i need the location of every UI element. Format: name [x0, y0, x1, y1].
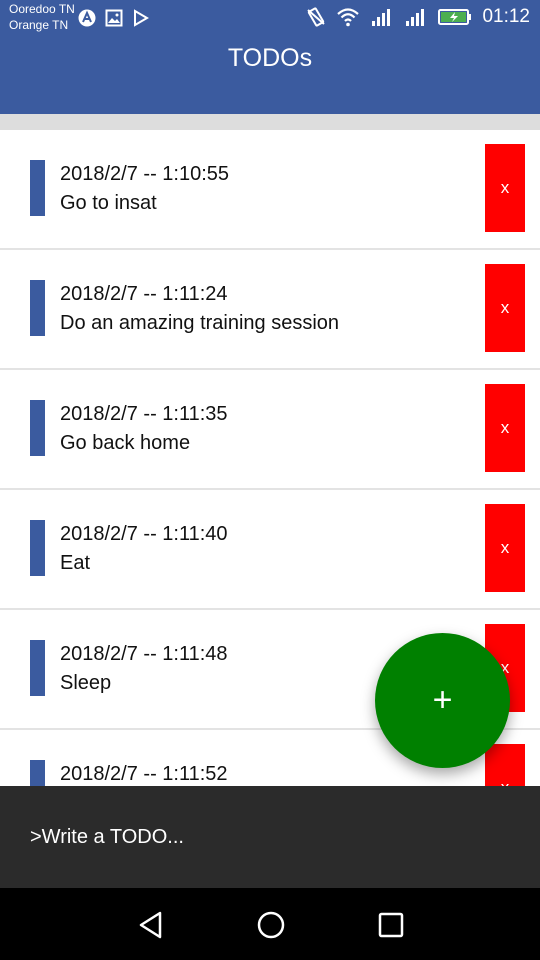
- status-bar: Ooredoo TN Orange TN 01:12: [0, 0, 540, 40]
- todo-date: 2018/2/7 -- 1:11:24: [60, 283, 228, 305]
- vibrate-icon: [306, 6, 326, 28]
- todo-input-bar[interactable]: >Write a TODO...: [0, 786, 540, 888]
- list-top-divider: [0, 114, 540, 130]
- system-status: 01:12: [306, 6, 530, 28]
- todo-marker: [30, 640, 45, 696]
- delete-button[interactable]: x: [485, 504, 525, 592]
- todo-date: 2018/2/7 -- 1:11:35: [60, 403, 228, 425]
- todo-date: 2018/2/7 -- 1:11:48: [60, 643, 228, 665]
- todo-marker: [30, 400, 45, 456]
- todo-date: 2018/2/7 -- 1:10:55: [60, 163, 230, 185]
- todo-marker: [30, 520, 45, 576]
- list-item[interactable]: 2018/2/7 -- 1:11:40 Eat x: [0, 490, 540, 610]
- add-todo-button[interactable]: +: [375, 633, 510, 768]
- wifi-icon: [336, 7, 360, 27]
- signal-icon: [404, 7, 428, 27]
- todo-marker: [30, 760, 45, 786]
- app-icon: [78, 9, 96, 27]
- page-title: TODOs: [227, 44, 313, 72]
- carrier-1: Ooredoo TN: [9, 2, 75, 16]
- todo-text: Eat: [60, 552, 91, 574]
- todo-text: Go back home: [60, 432, 191, 454]
- status-clock: 01:12: [482, 6, 530, 27]
- back-icon[interactable]: [136, 910, 166, 940]
- navigation-bar: [0, 888, 540, 960]
- delete-button[interactable]: x: [485, 744, 525, 786]
- todo-marker: [30, 280, 45, 336]
- todo-date: 2018/2/7 -- 1:11:40: [60, 523, 228, 545]
- todo-text: Do an amazing training session: [60, 312, 340, 334]
- todo-date: 2018/2/7 -- 1:11:52: [60, 763, 228, 785]
- list-item[interactable]: 2018/2/7 -- 1:10:55 Go to insat x: [0, 130, 540, 250]
- home-icon[interactable]: [256, 910, 286, 940]
- todo-marker: [30, 160, 45, 216]
- list-item[interactable]: 2018/2/7 -- 1:11:24 Do an amazing traini…: [0, 250, 540, 370]
- list-item[interactable]: 2018/2/7 -- 1:11:35 Go back home x: [0, 370, 540, 490]
- todo-input[interactable]: >Write a TODO...: [30, 826, 184, 849]
- todo-text: Sleep: [60, 672, 112, 694]
- image-icon: [105, 9, 123, 27]
- delete-button[interactable]: x: [485, 264, 525, 352]
- delete-button[interactable]: x: [485, 384, 525, 472]
- play-store-icon: [132, 9, 150, 27]
- carrier-2: Orange TN: [9, 18, 69, 32]
- delete-button[interactable]: x: [485, 144, 525, 232]
- todo-text: Go to insat: [60, 192, 157, 214]
- notification-icons: [78, 9, 150, 27]
- recents-icon[interactable]: [376, 910, 406, 940]
- carrier-info: Ooredoo TN Orange TN: [9, 1, 75, 33]
- header: Ooredoo TN Orange TN 01:12 TODOs: [0, 0, 540, 114]
- signal-icon: [370, 7, 394, 27]
- battery-charging-icon: [438, 7, 472, 27]
